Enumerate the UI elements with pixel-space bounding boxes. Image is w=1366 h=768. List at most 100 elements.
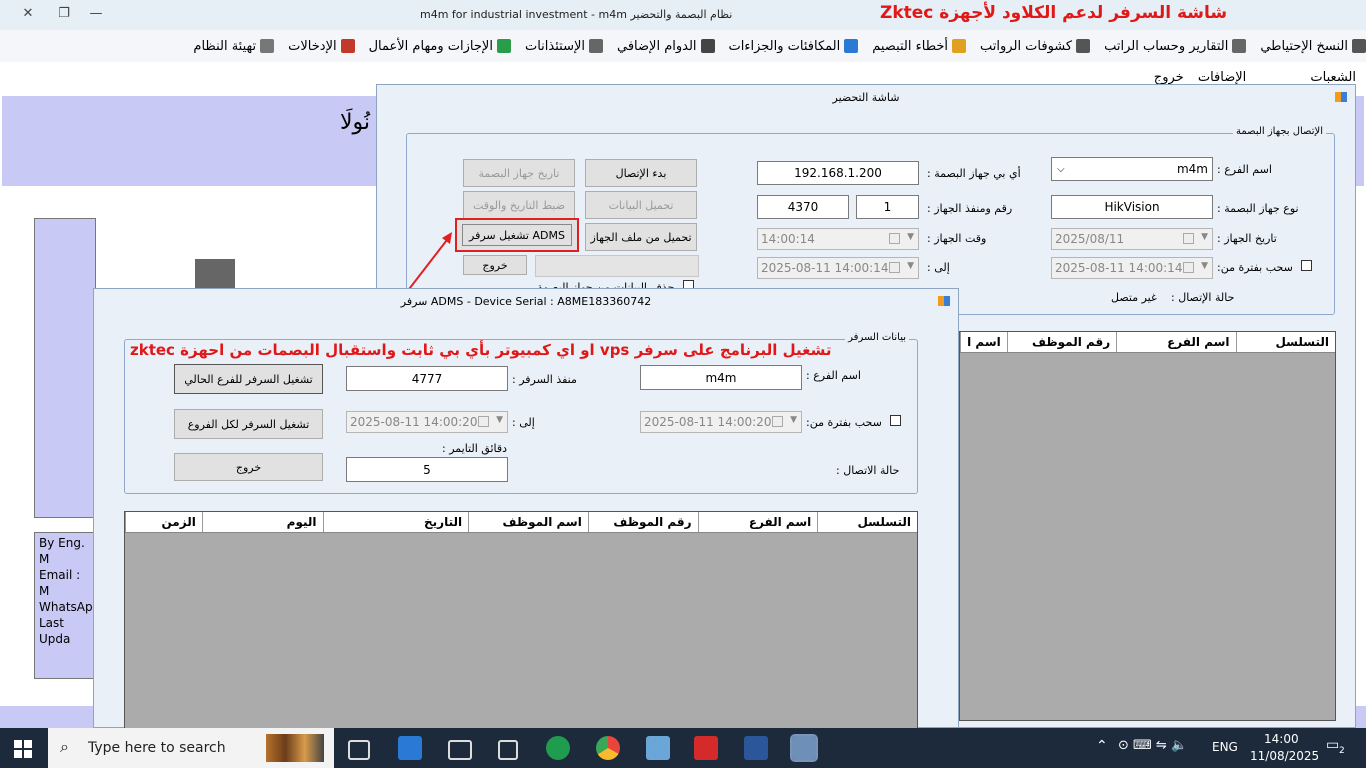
branch-value: m4m [1176, 162, 1208, 176]
device-time-picker[interactable]: 14:00:14 ▼ [757, 228, 919, 250]
adms-to-date-picker[interactable]: 2025-08-11 14:00:20 ▼ [346, 411, 508, 433]
column-header[interactable]: رقم الموظف [1006, 332, 1116, 352]
load-data-button[interactable]: تحميل البيانات [585, 191, 697, 219]
notification-icon[interactable]: ▭ [1326, 737, 1339, 753]
run-current-branch-button[interactable]: تشغيل السرفر للفرع الحالي [174, 364, 323, 394]
column-header[interactable]: اسم ا [960, 332, 1007, 352]
checkbox-icon [478, 416, 489, 427]
vscode-icon[interactable] [398, 736, 422, 760]
prep-grid[interactable]: التسلسل اسم الفرع رقم الموظف اسم ا [959, 331, 1336, 721]
ip-input[interactable]: 192.168.1.200 [757, 161, 919, 185]
column-header[interactable]: الزمن [125, 512, 202, 532]
device-date-button[interactable]: تاريخ جهاز البصمة [463, 159, 575, 187]
taskbar-search[interactable]: ⌕ Type here to search [48, 728, 334, 768]
menu-item-label: الإستئذانات [524, 38, 585, 54]
notification-count: 2 [1339, 746, 1345, 756]
column-header[interactable]: التسلسل [817, 512, 917, 532]
device-date-label: تاريخ الجهاز : [1217, 232, 1277, 245]
prep-exit-button[interactable]: خروج [463, 255, 527, 275]
chevron-up-icon[interactable]: ⌃ [1096, 738, 1108, 754]
menu-item[interactable]: كشوفات الرواتب [980, 38, 1091, 54]
menu-item[interactable]: الإجازات ومهام الأعمال [369, 39, 511, 54]
adms-branch-input[interactable]: m4m [640, 365, 802, 390]
pull-range-checkbox[interactable] [1301, 260, 1312, 271]
task-view-icon[interactable] [348, 740, 370, 760]
language-indicator[interactable]: ENG [1212, 740, 1238, 754]
device-type-input[interactable]: HikVision [1051, 195, 1213, 219]
to-date-picker[interactable]: 2025-08-11 14:00:14 ▼ [757, 257, 919, 279]
column-header[interactable]: اسم الفرع [1116, 332, 1235, 352]
column-header[interactable]: رقم الموظف [587, 512, 698, 532]
set-datetime-button[interactable]: ضبط التاريخ والوقت [463, 191, 575, 219]
close-icon[interactable]: ✕ [18, 6, 38, 21]
chrome-icon[interactable] [596, 736, 620, 760]
device-date-picker[interactable]: 2025/08/11 ▼ [1051, 228, 1213, 250]
menu-item[interactable]: المكافئات والجزاءات [729, 39, 859, 54]
menu-item[interactable]: أخطاء التبصيم [872, 39, 967, 54]
adms-server-button[interactable]: تشغيل سرفر ADMS [455, 218, 579, 252]
menu-bar: تهيئة النظام الإدخالات الإجازات ومهام الأع… [0, 30, 1366, 62]
column-header[interactable]: التسلسل [1235, 332, 1335, 352]
chevron-down-icon: ▼ [907, 232, 914, 242]
menu-item[interactable]: الإستئذانات [525, 39, 603, 54]
adms-pull-checkbox[interactable] [890, 415, 901, 426]
prep-dialog-title: شاشة التحضير [377, 85, 1355, 111]
menu-item[interactable]: الدوام الإضافي [617, 39, 715, 54]
server-port-input[interactable]: 4777 [346, 366, 508, 391]
adms-status-label: حالة الاتصال : [836, 464, 900, 477]
tray-icons[interactable]: ⊙ ⌨ ⇋ 🔈 [1118, 738, 1187, 753]
submenu-item[interactable]: خروج [1154, 70, 1184, 85]
active-app-icon[interactable] [790, 734, 818, 762]
restore-icon[interactable]: ❐ [54, 6, 74, 21]
branch-select[interactable]: ⌵ m4m [1051, 157, 1213, 181]
checkbox-icon [889, 233, 900, 244]
adms-from-date-picker[interactable]: 2025-08-11 14:00:20 ▼ [640, 411, 802, 433]
copy-icon[interactable] [498, 740, 518, 760]
port-input[interactable]: 4370 [757, 195, 849, 219]
window-icon [1335, 92, 1347, 102]
calendar-icon [340, 39, 355, 53]
adms-pull-label: سحب بفترة من: [806, 416, 882, 429]
device-time-value: 14:00:14 [761, 232, 815, 246]
ja-icon[interactable] [546, 736, 570, 760]
minimize-icon[interactable]: — [86, 6, 106, 21]
chevron-down-icon: ▼ [496, 415, 503, 425]
submenu-item[interactable]: الإضافات [1198, 70, 1246, 85]
windows-start-icon[interactable] [14, 740, 32, 758]
progress-bar [535, 255, 699, 277]
pdf-icon[interactable] [694, 736, 718, 760]
banner-text: نُولَا [340, 110, 371, 135]
connect-button[interactable]: بدء الإتصال [585, 159, 697, 187]
connection-group-label: الإتصال بجهاز البصمة [1233, 126, 1326, 137]
submenu-item[interactable]: الشعبات [1310, 70, 1356, 85]
menu-item[interactable]: تهيئة النظام [193, 39, 275, 54]
column-header[interactable]: اسم الفرع [697, 512, 818, 532]
column-header[interactable]: اليوم [201, 512, 323, 532]
window-icon[interactable] [448, 740, 472, 760]
word-icon[interactable] [744, 736, 768, 760]
menu-item[interactable]: النسخ الإحتياطي [1260, 39, 1366, 54]
info-line: WhatsApp [39, 600, 96, 614]
load-from-file-button[interactable]: تحميل من ملف الجهاز [585, 223, 697, 251]
chart-icon [844, 39, 859, 53]
menu-item[interactable]: التقارير وحساب الراتب [1104, 39, 1247, 54]
menu-item[interactable]: الإدخالات [288, 39, 355, 54]
menu-item-label: كشوفات الرواتب [980, 38, 1073, 54]
app-icon[interactable] [646, 736, 670, 760]
checkbox-icon [1183, 233, 1194, 244]
checkbox-icon [889, 262, 900, 273]
column-header[interactable]: التاريخ [322, 512, 469, 532]
window-icon [938, 296, 950, 306]
from-date-picker[interactable]: 2025-08-11 14:00:14 ▼ [1051, 257, 1213, 279]
clock-date[interactable]: 11/08/2025 [1250, 749, 1319, 763]
title-bar: ✕ ❐ — m4m for industrial investment - m4… [0, 0, 1366, 30]
books-icon [266, 734, 324, 762]
timer-input[interactable]: 5 [346, 457, 508, 482]
run-all-branches-button[interactable]: تشغيل السرفر لكل الفروع [174, 409, 323, 439]
adms-grid[interactable]: التسلسل اسم الفرع رقم الموظف اسم الموظف التا… [124, 511, 918, 729]
clock-time[interactable]: 14:00 [1264, 732, 1299, 746]
adms-exit-button[interactable]: خروج [174, 453, 323, 481]
printer-icon [1232, 39, 1247, 53]
column-header[interactable]: اسم الموظف [468, 512, 588, 532]
device-no-input[interactable]: 1 [856, 195, 919, 219]
